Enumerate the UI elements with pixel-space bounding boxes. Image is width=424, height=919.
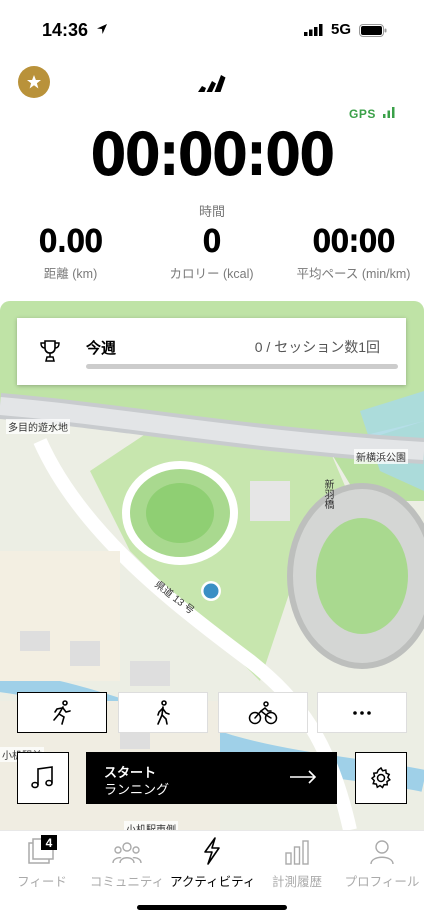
adidas-logo-icon — [198, 75, 226, 92]
tab-profile-label: プロフィール — [344, 875, 420, 889]
trophy-icon — [40, 340, 60, 362]
gps-label: GPS — [349, 107, 376, 121]
tab-history-label: 計測履歴 — [271, 875, 322, 889]
tab-community[interactable]: コミュニティ — [85, 835, 169, 890]
tab-profile[interactable]: プロフィール — [340, 835, 424, 890]
activity-walking-button[interactable] — [118, 692, 208, 733]
weekly-goal-card[interactable]: 今週 0 / セッション数1回 — [17, 318, 406, 385]
map-label-park: 新横浜公園 — [354, 449, 408, 464]
calories-value: 0 — [202, 222, 221, 260]
settings-button[interactable] — [355, 752, 407, 804]
arrow-right-icon — [290, 770, 317, 784]
feed-badge: 4 — [46, 836, 53, 850]
tab-community-label: コミュニティ — [89, 875, 165, 889]
calories-label: カロリー (kcal) — [169, 267, 254, 281]
start-activity-label: ランニング — [104, 782, 170, 797]
battery-icon — [359, 24, 387, 37]
gear-icon — [370, 766, 391, 789]
map-label-bridge: 新羽橋 — [322, 479, 333, 509]
cell-signal-icon — [304, 24, 323, 36]
activity-more-button[interactable] — [317, 692, 407, 733]
bar-chart-icon — [285, 840, 309, 865]
calories-stat: 0 カロリー (kcal) — [141, 222, 282, 282]
distance-value: 0.00 — [38, 222, 104, 260]
tab-feed[interactable]: 4 フィード — [0, 835, 84, 890]
goal-title: 今週 — [86, 340, 117, 357]
status-time: 14:36 — [42, 20, 89, 40]
pace-value: 00:00 — [312, 222, 395, 260]
music-note-icon — [31, 766, 53, 789]
duration-value: 00:00:00 — [90, 120, 336, 190]
tab-activity[interactable]: アクティビティ — [170, 835, 256, 890]
tab-activity-label: アクティビティ — [170, 875, 256, 889]
pace-label: 平均ペース (min/km) — [296, 267, 411, 281]
location-arrow-icon — [97, 24, 107, 34]
goal-sessions: 0 / セッション数1回 — [254, 339, 380, 355]
cycling-icon — [248, 700, 278, 724]
duration-label: 時間 — [198, 204, 225, 219]
network-type: 5G — [331, 21, 352, 38]
map-label-station-east: 小机駅東側 — [124, 821, 178, 830]
lightning-icon — [204, 837, 220, 865]
more-icon — [353, 710, 371, 715]
home-indicator — [137, 905, 287, 910]
goal-progress-bar — [86, 364, 398, 369]
start-button[interactable]: スタート ランニング — [86, 752, 337, 804]
star-icon — [27, 75, 41, 89]
gps-signal-icon — [383, 107, 395, 118]
activity-cycling-button[interactable] — [218, 692, 308, 733]
favorites-button[interactable] — [18, 66, 50, 98]
feed-icon: 4 — [28, 835, 57, 864]
map-label-reservoir: 多目的遊水地 — [6, 419, 70, 434]
pace-stat: 00:00 平均ペース (min/km) — [283, 222, 424, 282]
community-icon — [112, 842, 142, 864]
status-bar: 14:36 5G — [0, 0, 424, 56]
running-icon — [53, 699, 71, 725]
profile-icon — [370, 840, 394, 865]
activity-running-button[interactable] — [17, 692, 107, 733]
walking-icon — [157, 699, 170, 725]
tab-feed-label: フィード — [17, 875, 67, 889]
distance-stat: 0.00 距離 (km) — [0, 222, 141, 282]
music-button[interactable] — [17, 752, 69, 804]
tab-history[interactable]: 計測履歴 — [255, 835, 339, 890]
distance-label: 距離 (km) — [43, 267, 98, 281]
